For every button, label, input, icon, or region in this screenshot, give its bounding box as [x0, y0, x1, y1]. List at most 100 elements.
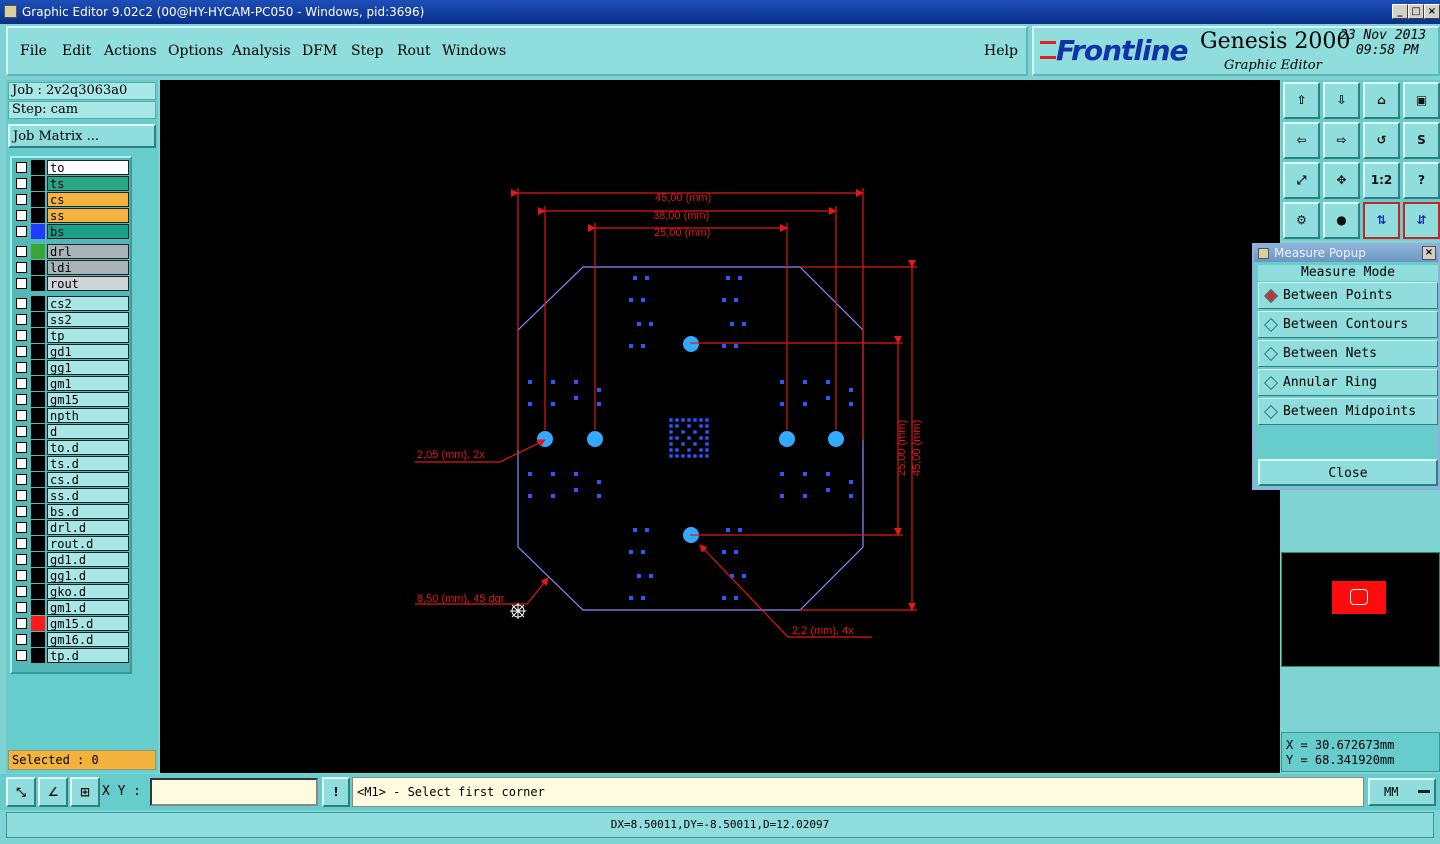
layer-checkbox[interactable] — [16, 394, 27, 405]
help-query-button[interactable]: ? — [1403, 162, 1440, 199]
layer-checkbox[interactable] — [16, 346, 27, 357]
layer-checkbox[interactable] — [16, 330, 27, 341]
layer-name[interactable]: rout — [47, 276, 129, 291]
layer-name[interactable]: tp.d — [47, 648, 129, 663]
layer-name[interactable]: gm15.d — [47, 616, 129, 631]
menu-help[interactable]: Help — [984, 43, 1018, 59]
layer-name[interactable]: cs — [47, 192, 129, 207]
layer-row[interactable]: tp — [14, 328, 132, 343]
layer-name[interactable]: rout.d — [47, 536, 129, 551]
layer-row[interactable]: gg1.d — [14, 568, 132, 583]
menu-edit[interactable]: Edit — [62, 43, 91, 59]
layer-name[interactable]: d — [47, 424, 129, 439]
tools-settings-icon[interactable]: ⚙ — [1283, 202, 1320, 239]
layer-row[interactable]: bs — [14, 224, 132, 239]
layer-row[interactable]: gm16.d — [14, 632, 132, 647]
menu-step[interactable]: Step — [351, 43, 383, 59]
layer-name[interactable]: bs.d — [47, 504, 129, 519]
zoom-fit-icon[interactable]: ⤢ — [1283, 162, 1320, 199]
layer-name[interactable]: to.d — [47, 440, 129, 455]
layer-checkbox[interactable] — [16, 262, 27, 273]
layer-checkbox[interactable] — [16, 538, 27, 549]
pcb-drawing[interactable]: 45,00 (mm) 38,00 (mm) 25,00 (mm) 2,05 (m… — [160, 80, 1280, 773]
layer-checkbox[interactable] — [16, 410, 27, 421]
layer-row[interactable]: d — [14, 424, 132, 439]
layer-row[interactable]: drl.d — [14, 520, 132, 535]
layer-name[interactable]: gd1.d — [47, 552, 129, 567]
xy-input[interactable] — [150, 778, 318, 806]
graphic-canvas[interactable]: 45,00 (mm) 38,00 (mm) 25,00 (mm) 2,05 (m… — [160, 80, 1280, 773]
layer-row[interactable]: cs2 — [14, 296, 132, 311]
layer-checkbox[interactable] — [16, 506, 27, 517]
snap-icon[interactable]: ⇵ — [1403, 202, 1440, 239]
layer-checkbox[interactable] — [16, 378, 27, 389]
snap-corner-icon[interactable]: ⤡ — [6, 777, 36, 807]
zoom-center-icon[interactable]: ✥ — [1323, 162, 1360, 199]
layer-name[interactable]: gd1 — [47, 344, 129, 359]
window-icon[interactable]: ▣ — [1403, 82, 1440, 119]
layer-row[interactable]: rout.d — [14, 536, 132, 551]
job-matrix-button[interactable]: Job Matrix ... — [8, 124, 156, 148]
between-midpoints-option[interactable]: Between Midpoints — [1258, 398, 1438, 425]
between-contours-option[interactable]: Between Contours — [1258, 311, 1438, 338]
layer-row[interactable]: cs.d — [14, 472, 132, 487]
layer-name[interactable]: bs — [47, 224, 129, 239]
layer-checkbox[interactable] — [16, 314, 27, 325]
layer-row[interactable]: gm15.d — [14, 616, 132, 631]
layer-checkbox[interactable] — [16, 554, 27, 565]
alert-icon[interactable]: ! — [322, 777, 350, 807]
layer-row[interactable]: gm1 — [14, 376, 132, 391]
measure-icon[interactable]: ⇅ — [1363, 202, 1400, 239]
layer-checkbox[interactable] — [16, 634, 27, 645]
pan-up-icon[interactable]: ⇧ — [1283, 82, 1320, 119]
layer-row[interactable]: npth — [14, 408, 132, 423]
layer-name[interactable]: ss — [47, 208, 129, 223]
layer-name[interactable]: cs.d — [47, 472, 129, 487]
layer-name[interactable]: gm16.d — [47, 632, 129, 647]
layer-row[interactable]: bs.d — [14, 504, 132, 519]
layer-row[interactable]: gm15 — [14, 392, 132, 407]
layer-row[interactable]: cs — [14, 192, 132, 207]
layer-checkbox[interactable] — [16, 226, 27, 237]
menu-options[interactable]: Options — [168, 43, 223, 59]
layer-name[interactable]: to — [47, 160, 129, 175]
units-select[interactable]: MM — [1368, 778, 1436, 806]
layer-checkbox[interactable] — [16, 194, 27, 205]
grid-snap-icon[interactable]: ⊞ — [70, 777, 100, 807]
layer-row[interactable]: rout — [14, 276, 132, 291]
pan-down-icon[interactable]: ⇩ — [1323, 82, 1360, 119]
layer-checkbox[interactable] — [16, 362, 27, 373]
layer-name[interactable]: tp — [47, 328, 129, 343]
layer-row[interactable]: ts — [14, 176, 132, 191]
layer-row[interactable]: ss — [14, 208, 132, 223]
layer-row[interactable]: to.d — [14, 440, 132, 455]
layer-checkbox[interactable] — [16, 490, 27, 501]
layer-checkbox[interactable] — [16, 298, 27, 309]
layer-name[interactable]: gg1.d — [47, 568, 129, 583]
layer-checkbox[interactable] — [16, 442, 27, 453]
layer-row[interactable]: ts.d — [14, 456, 132, 471]
pan-right-icon[interactable]: ⇨ — [1323, 122, 1360, 159]
overview-map[interactable] — [1281, 552, 1440, 667]
layer-name[interactable]: ldi — [47, 260, 129, 275]
layer-name[interactable]: drl — [47, 244, 129, 259]
layer-row[interactable]: gg1 — [14, 360, 132, 375]
layer-name[interactable]: ts — [47, 176, 129, 191]
layer-row[interactable]: to — [14, 160, 132, 175]
layer-checkbox[interactable] — [16, 522, 27, 533]
layer-name[interactable]: gm15 — [47, 392, 129, 407]
layer-name[interactable]: gko.d — [47, 584, 129, 599]
close-button[interactable]: Close — [1258, 459, 1438, 486]
layer-row[interactable]: ss.d — [14, 488, 132, 503]
layer-name[interactable]: ts.d — [47, 456, 129, 471]
layer-name[interactable]: gm1.d — [47, 600, 129, 615]
layer-checkbox[interactable] — [16, 650, 27, 661]
layer-checkbox[interactable] — [16, 426, 27, 437]
layer-name[interactable]: npth — [47, 408, 129, 423]
undo-view-icon[interactable]: ↺ — [1363, 122, 1400, 159]
between-nets-option[interactable]: Between Nets — [1258, 340, 1438, 367]
layer-name[interactable]: ss.d — [47, 488, 129, 503]
layer-checkbox[interactable] — [16, 586, 27, 597]
layer-checkbox[interactable] — [16, 618, 27, 629]
annular-ring-option[interactable]: Annular Ring — [1258, 369, 1438, 396]
